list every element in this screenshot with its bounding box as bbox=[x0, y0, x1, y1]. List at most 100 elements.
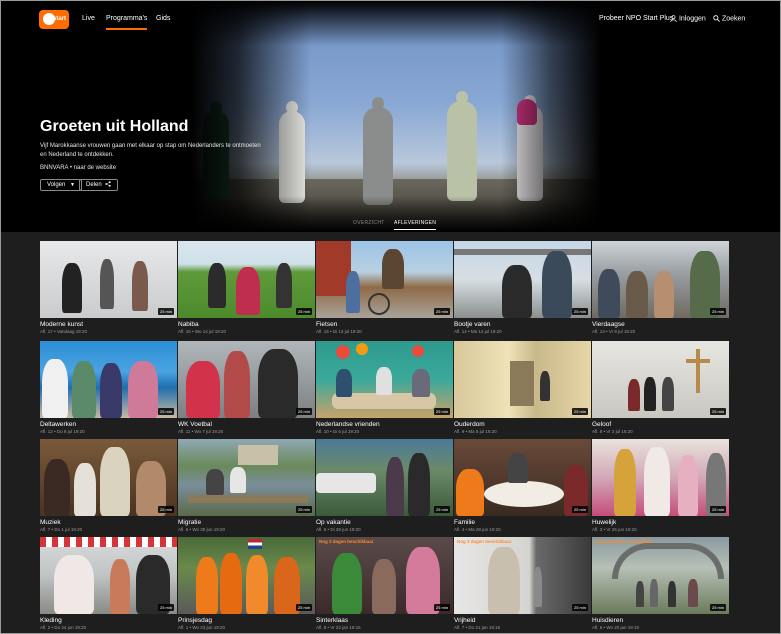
search-label: Zoeken bbox=[721, 15, 746, 23]
duration-badge: 25 min bbox=[571, 308, 588, 315]
episode-meta: Afl. 6 • Wo 20 jan 19:15 bbox=[592, 625, 640, 630]
episode-thumbnail[interactable]: Nog 3 dagen beschikbaar 25 min bbox=[316, 537, 453, 614]
episode-thumbnail[interactable]: 25 min bbox=[592, 241, 729, 318]
episode-meta: Afl. 8 • Vr 22 jan 19:15 bbox=[316, 625, 361, 630]
npo-start-logo[interactable]: start bbox=[39, 10, 69, 29]
duration-badge: 25 min bbox=[295, 604, 312, 611]
episode-thumbnail[interactable]: 25 min bbox=[40, 537, 177, 614]
episode-thumbnail[interactable]: 25 min bbox=[592, 341, 729, 418]
episode-thumbnail[interactable]: Nog 28 dagen beschikbaar 25 min bbox=[592, 537, 729, 614]
duration-badge: 25 min bbox=[709, 408, 726, 415]
episode-meta: Afl. 7 • Do 1 jul 19:20 bbox=[40, 527, 83, 532]
duration-badge: 25 min bbox=[571, 408, 588, 415]
duration-badge: 25 min bbox=[433, 604, 450, 611]
episode-title: Bootje varen bbox=[454, 321, 491, 328]
broadcaster-link[interactable]: BNNVARA • naar de website bbox=[40, 165, 116, 171]
availability-label: Nog 28 dagen beschikbaar bbox=[595, 539, 653, 544]
episode-thumbnail[interactable]: 25 min bbox=[592, 439, 729, 516]
episode-meta: Afl. 16 • Wo 14 jul 19:20 bbox=[178, 329, 227, 334]
episode-thumbnail[interactable]: 25 min bbox=[454, 341, 591, 418]
share-button[interactable]: Delen bbox=[79, 179, 119, 191]
episode-title: Familie bbox=[454, 519, 475, 526]
duration-badge: 25 min bbox=[433, 308, 450, 315]
duration-badge: 25 min bbox=[709, 506, 726, 513]
availability-label: Nog 3 dagen beschikbaar bbox=[457, 539, 512, 544]
episode-title: Migratie bbox=[178, 519, 202, 526]
show-tabs: OVERZICHT AFLEVERINGEN bbox=[1, 215, 780, 232]
follow-button[interactable]: Volgen ▼ bbox=[40, 179, 82, 191]
follow-label: Volgen bbox=[47, 182, 66, 188]
page: start Live Programma's Gids Probeer NPO … bbox=[0, 0, 781, 634]
episode-meta: Afl. 11 • Wo 7 jul 19:20 bbox=[178, 429, 224, 434]
duration-badge: 25 min bbox=[433, 408, 450, 415]
nav-link-programmas[interactable]: Programma's bbox=[106, 15, 148, 30]
episode-meta: Afl. 15 • Di 13 jul 19:20 bbox=[316, 329, 362, 334]
episode-thumbnail[interactable]: 25 min bbox=[178, 341, 315, 418]
episode-meta: Afl. 7 • Do 21 jan 19:15 bbox=[454, 625, 501, 630]
episode-title: Kleding bbox=[40, 617, 62, 624]
episode-title: Vrijheid bbox=[454, 617, 476, 624]
duration-badge: 25 min bbox=[295, 506, 312, 513]
episode-title: Huwelijk bbox=[592, 519, 617, 526]
episode-meta: Afl. 9 • Ma 5 jul 19:20 bbox=[454, 429, 497, 434]
episode-meta: Afl. 1 • Wo 23 jun 19:20 bbox=[178, 625, 226, 630]
search-button[interactable]: Zoeken bbox=[713, 15, 745, 22]
episode-meta: Afl. 13 • Vr 9 jul 19:20 bbox=[592, 329, 636, 334]
episode-thumbnail[interactable]: 25 min bbox=[454, 241, 591, 318]
episode-meta: Afl. 5 • Di 29 jun 19:20 bbox=[316, 527, 361, 532]
episode-meta: Afl. 4 • Ma 28 jun 19:20 bbox=[454, 527, 501, 532]
episode-title: Sinterklaas bbox=[316, 617, 349, 624]
episode-thumbnail[interactable]: Nog 3 dagen beschikbaar 25 min bbox=[454, 537, 591, 614]
episode-title: Ouderdom bbox=[454, 421, 485, 428]
share-icon bbox=[105, 181, 112, 188]
share-label: Delen bbox=[86, 182, 102, 188]
episode-title: Vierdaagse bbox=[592, 321, 625, 328]
episode-title: Deltawerken bbox=[40, 421, 77, 428]
episode-title: Op vakantie bbox=[316, 519, 351, 526]
duration-badge: 25 min bbox=[157, 604, 174, 611]
episode-thumbnail[interactable]: 25 min bbox=[40, 241, 177, 318]
episode-title: Nabiba bbox=[178, 321, 199, 328]
hero-banner: start Live Programma's Gids Probeer NPO … bbox=[1, 1, 780, 232]
show-description: Vijf Marokkaanse vrouwen gaan met elkaar… bbox=[40, 143, 261, 158]
episode-title: Muziek bbox=[40, 519, 61, 526]
episode-thumbnail[interactable]: 25 min bbox=[178, 537, 315, 614]
episode-title: Fietsen bbox=[316, 321, 338, 328]
episode-meta: Afl. 8 • Vr 2 jul 19:20 bbox=[592, 429, 633, 434]
episode-title: Geloof bbox=[592, 421, 612, 428]
episode-title: Nederlandse vrienden bbox=[316, 421, 380, 428]
episode-thumbnail[interactable]: 25 min bbox=[454, 439, 591, 516]
tab-overzicht[interactable]: OVERZICHT bbox=[353, 220, 385, 226]
user-icon bbox=[670, 15, 677, 23]
episode-meta: Afl. 14 • Ma 12 jul 19:20 bbox=[454, 329, 502, 334]
duration-badge: 25 min bbox=[157, 408, 174, 415]
episode-thumbnail[interactable]: 25 min bbox=[316, 241, 453, 318]
tab-afleveringen[interactable]: AFLEVERINGEN bbox=[394, 220, 437, 230]
episode-thumbnail[interactable]: 25 min bbox=[40, 439, 177, 516]
login-label: Inloggen bbox=[678, 15, 706, 23]
episode-title: Prinsjesdag bbox=[178, 617, 212, 624]
episode-thumbnail[interactable]: 25 min bbox=[40, 341, 177, 418]
episode-meta: Afl. 17 • Vandaag 19:20 bbox=[40, 329, 88, 334]
duration-badge: 25 min bbox=[571, 604, 588, 611]
show-title: Groeten uit Holland bbox=[40, 118, 189, 135]
episode-title: WK Voetbal bbox=[178, 421, 212, 428]
episode-thumbnail[interactable]: 25 min bbox=[178, 439, 315, 516]
duration-badge: 25 min bbox=[295, 308, 312, 315]
duration-badge: 25 min bbox=[157, 308, 174, 315]
episode-meta: Afl. 6 • Wo 30 jun 19:20 bbox=[178, 527, 226, 532]
duration-badge: 25 min bbox=[709, 308, 726, 315]
chevron-down-icon: ▼ bbox=[70, 182, 75, 188]
episode-thumbnail[interactable]: 25 min bbox=[316, 439, 453, 516]
npo-plus-link[interactable]: Probeer NPO Start Plus bbox=[599, 15, 673, 22]
nav-link-live[interactable]: Live bbox=[82, 15, 95, 22]
episode-meta: Afl. 3 • Vr 25 jun 19:20 bbox=[592, 527, 637, 532]
episode-thumbnail[interactable]: 25 min bbox=[316, 341, 453, 418]
episode-title: Moderne kunst bbox=[40, 321, 83, 328]
episode-meta: Afl. 10 • Di 6 jul 19:20 bbox=[316, 429, 360, 434]
top-navigation: start Live Programma's Gids Probeer NPO … bbox=[1, 1, 780, 37]
login-button[interactable]: Inloggen bbox=[670, 15, 706, 22]
nav-link-gids[interactable]: Gids bbox=[156, 15, 170, 22]
episode-thumbnail[interactable]: 25 min bbox=[178, 241, 315, 318]
episode-meta: Afl. 2 • Do 24 jun 19:20 bbox=[40, 625, 87, 630]
